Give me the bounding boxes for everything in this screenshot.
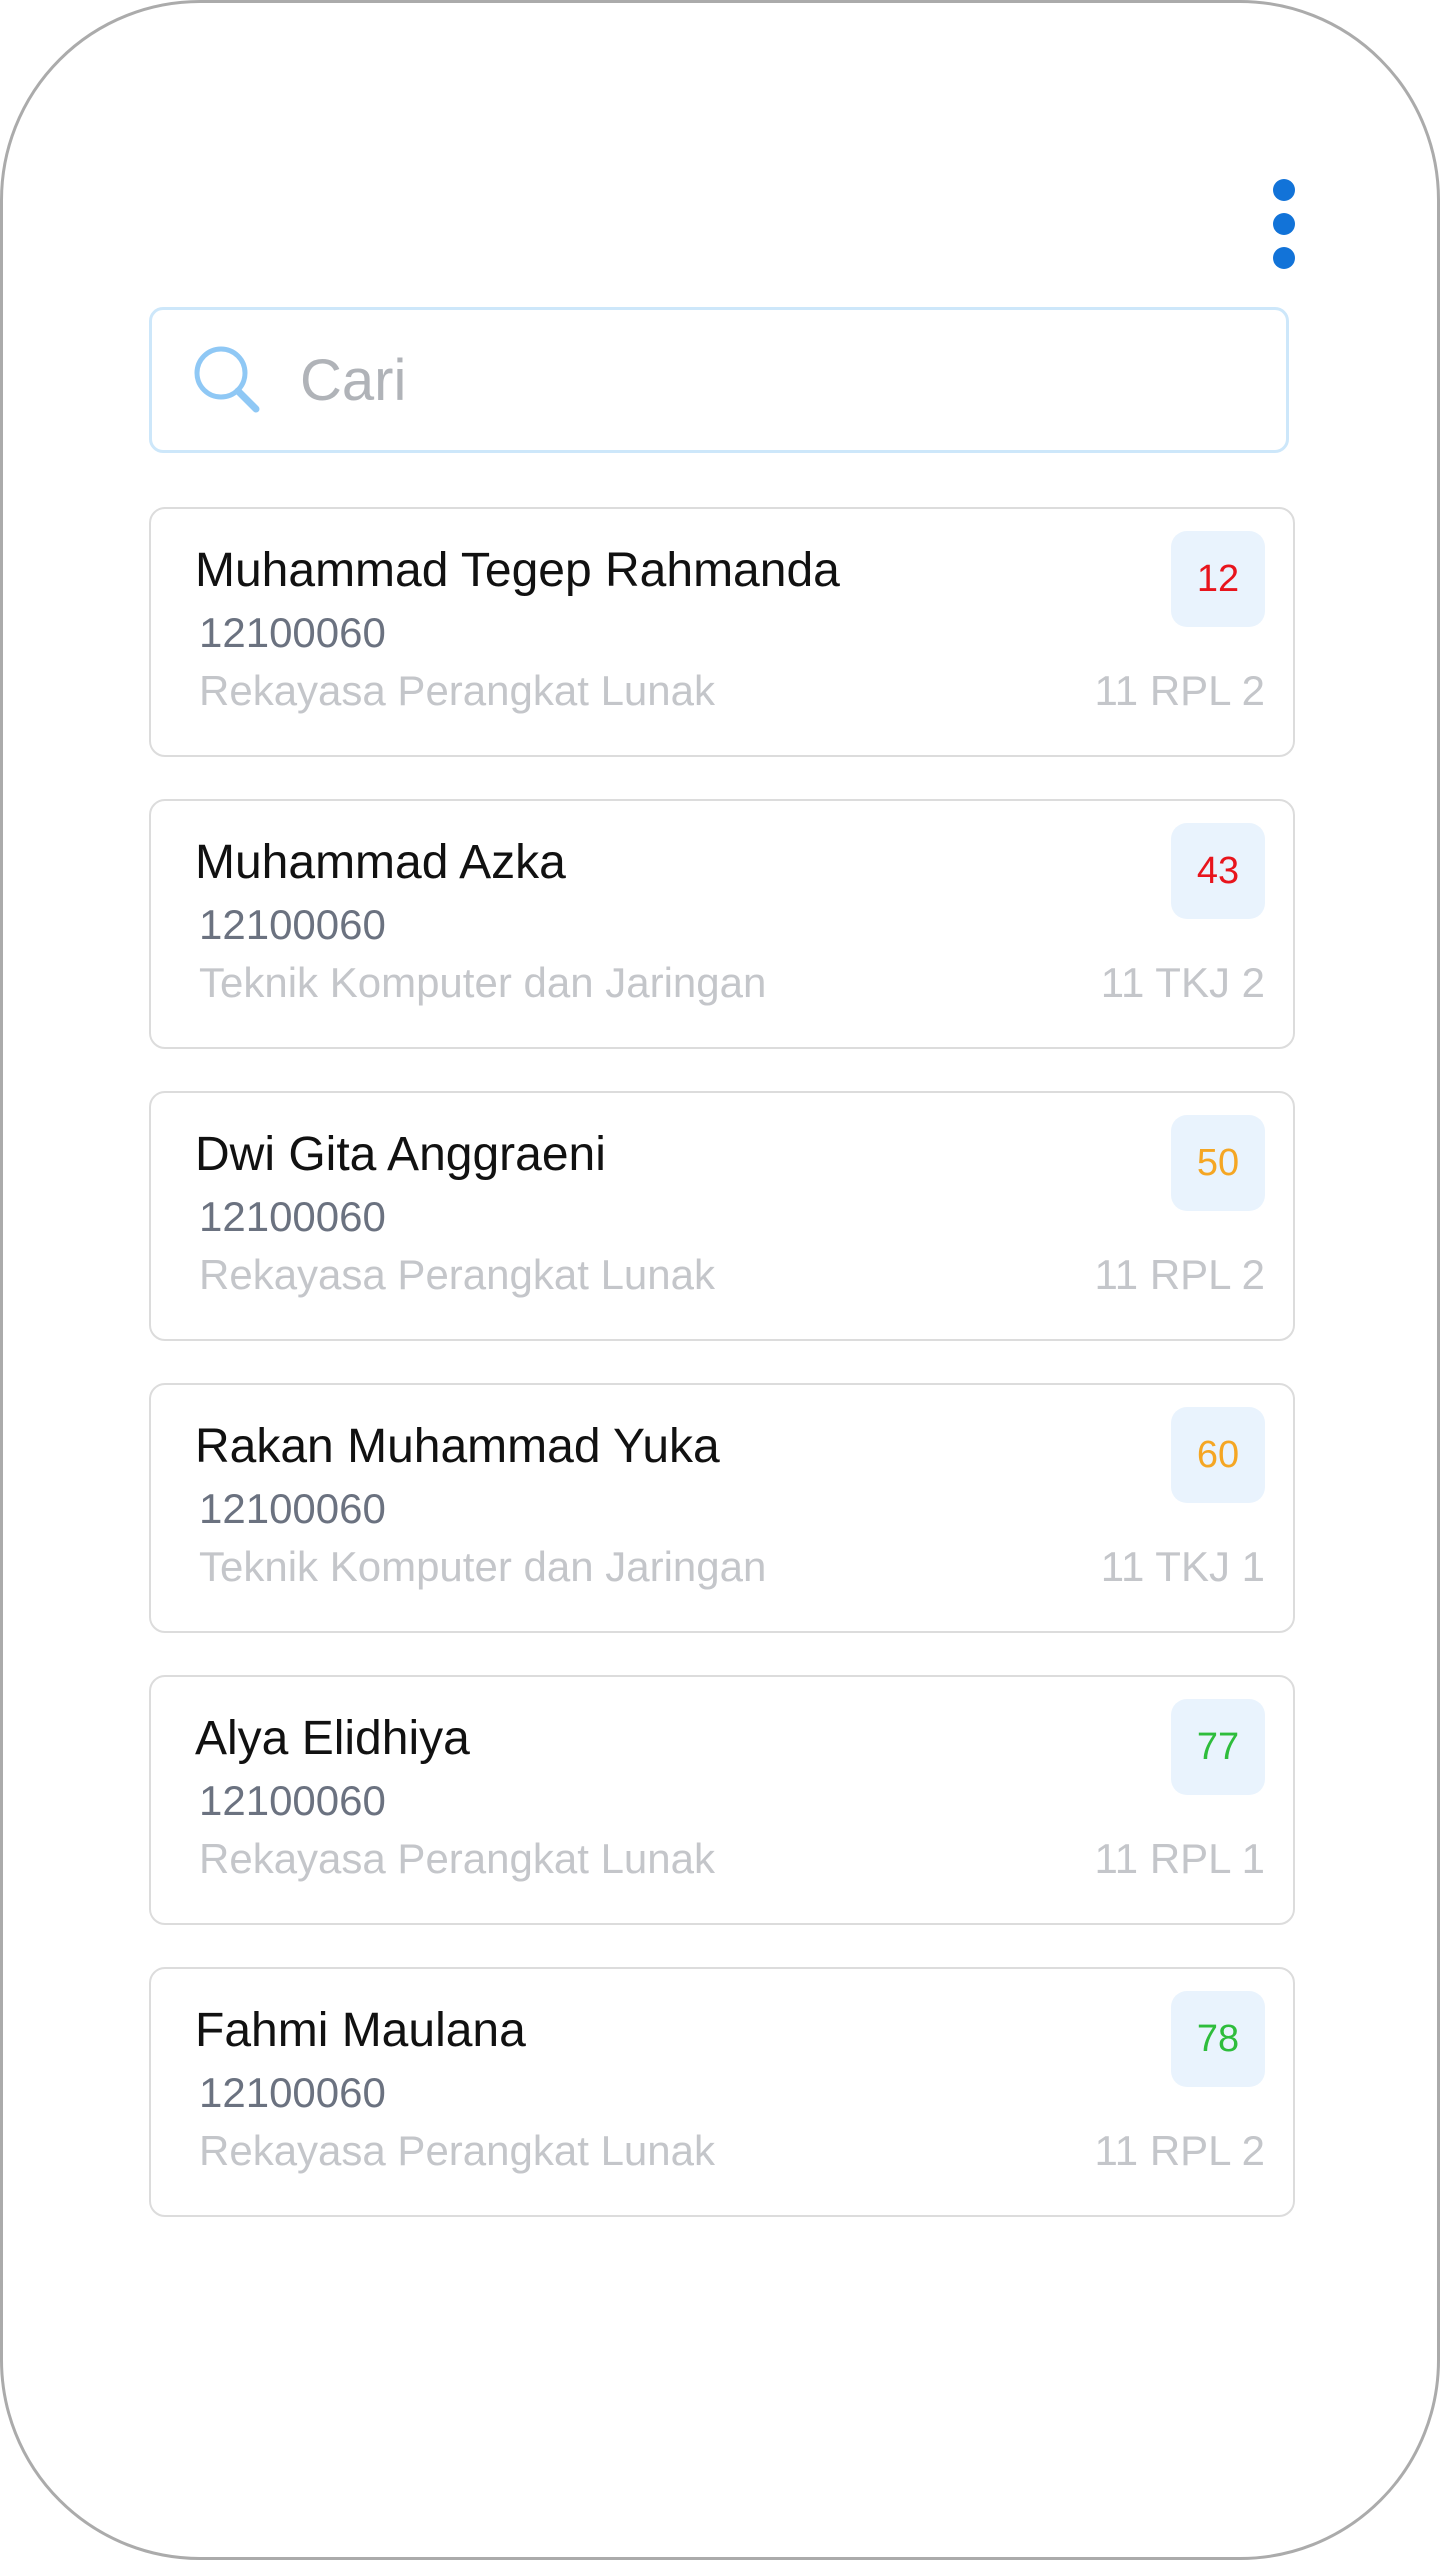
score-badge: 60 xyxy=(1171,1407,1265,1503)
score-badge: 77 xyxy=(1171,1699,1265,1795)
more-vertical-icon-dot xyxy=(1273,213,1295,235)
search-input[interactable] xyxy=(300,346,1200,414)
student-name: Muhammad Tegep Rahmanda xyxy=(195,544,840,597)
student-id: 12100060 xyxy=(199,609,386,656)
student-major: Rekayasa Perangkat Lunak xyxy=(199,1835,715,1882)
student-major: Teknik Komputer dan Jaringan xyxy=(199,959,767,1006)
student-major: Teknik Komputer dan Jaringan xyxy=(199,1543,767,1590)
student-class: 11 RPL 2 xyxy=(1094,667,1265,714)
score-badge: 12 xyxy=(1171,531,1265,627)
student-name: Fahmi Maulana xyxy=(195,2004,526,2057)
student-class: 11 RPL 2 xyxy=(1094,1251,1265,1298)
more-vertical-icon-dot xyxy=(1273,179,1295,201)
student-card[interactable]: Fahmi Maulana 12100060 Rekayasa Perangkat … xyxy=(149,1967,1295,2217)
student-card[interactable]: Muhammad Tegep Rahmanda 12100060 Rekayasa … xyxy=(149,507,1295,757)
student-major: Rekayasa Perangkat Lunak xyxy=(199,2127,715,2174)
student-name: Alya Elidhiya xyxy=(195,1712,470,1765)
student-major: Rekayasa Perangkat Lunak xyxy=(199,1251,715,1298)
student-id: 12100060 xyxy=(199,901,386,948)
search-icon xyxy=(194,346,260,413)
student-name: Dwi Gita Anggraeni xyxy=(195,1128,606,1181)
student-id: 12100060 xyxy=(199,1485,386,1532)
student-id: 12100060 xyxy=(199,1193,386,1240)
student-name: Muhammad Azka xyxy=(195,836,566,889)
student-class: 11 TKJ 2 xyxy=(1100,959,1265,1006)
student-class: 11 RPL 1 xyxy=(1094,1835,1265,1882)
student-card[interactable]: Muhammad Azka 12100060 Teknik Komputer dan… xyxy=(149,799,1295,1049)
student-card[interactable]: Alya Elidhiya 12100060 Rekayasa Perangkat … xyxy=(149,1675,1295,1925)
student-card[interactable]: Dwi Gita Anggraeni 12100060 Rekayasa Peran… xyxy=(149,1091,1295,1341)
score-badge: 50 xyxy=(1171,1115,1265,1211)
student-card[interactable]: Rakan Muhammad Yuka 12100060 Teknik Komput… xyxy=(149,1383,1295,1633)
student-class: 11 TKJ 1 xyxy=(1100,1543,1265,1590)
phone-frame: Muhammad Tegep Rahmanda 12100060 Rekayasa … xyxy=(0,0,1440,2560)
more-options-button[interactable] xyxy=(1261,179,1307,269)
score-badge: 78 xyxy=(1171,1991,1265,2087)
student-name: Rakan Muhammad Yuka xyxy=(195,1420,720,1473)
more-vertical-icon-dot xyxy=(1273,247,1295,269)
student-class: 11 RPL 2 xyxy=(1094,2127,1265,2174)
student-id: 12100060 xyxy=(199,1777,386,1824)
score-badge: 43 xyxy=(1171,823,1265,919)
student-id: 12100060 xyxy=(199,2069,386,2116)
search-bar[interactable] xyxy=(149,307,1289,453)
student-major: Rekayasa Perangkat Lunak xyxy=(199,667,715,714)
